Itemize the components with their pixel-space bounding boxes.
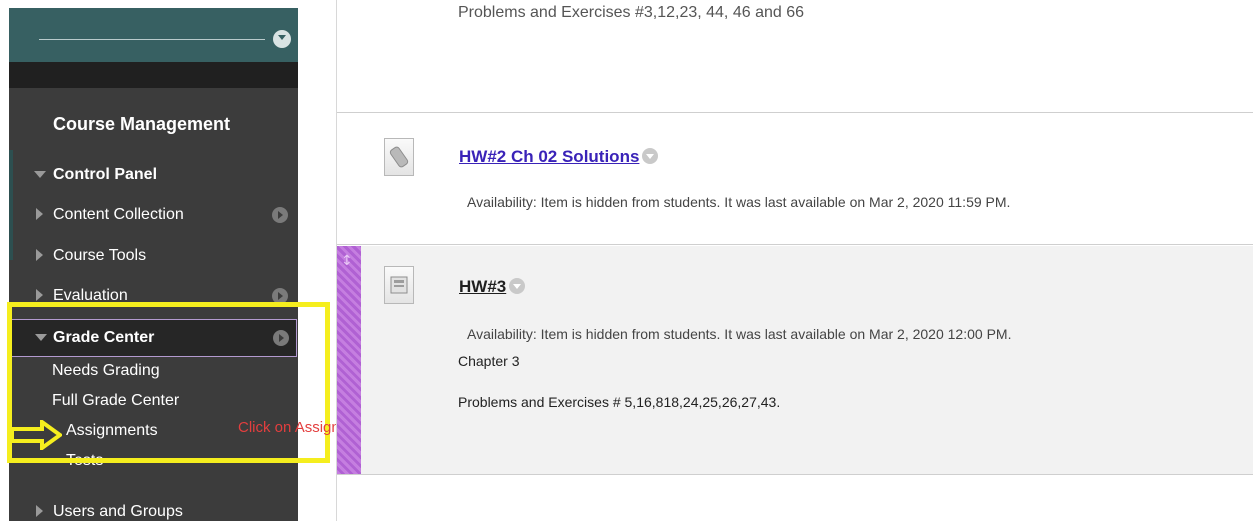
hw3-title-link[interactable]: HW#3 xyxy=(459,277,526,297)
previous-item-text: Problems and Exercises #3,12,23, 44, 46 … xyxy=(458,4,804,21)
item-title-text: HW#2 Ch 02 Solutions xyxy=(459,147,640,166)
hw2-title-link[interactable]: HW#2 Ch 02 Solutions xyxy=(459,147,659,167)
nav-item-content-collection[interactable]: Content Collection xyxy=(9,200,298,230)
hw3-availability: Availability: Item is hidden from studen… xyxy=(467,326,1012,342)
nav-item-course-tools[interactable]: Course Tools xyxy=(9,241,298,271)
nav-item-label: Content Collection xyxy=(53,206,184,223)
nav-item-label: Users and Groups xyxy=(53,503,183,520)
options-menu-icon[interactable] xyxy=(642,148,659,164)
expand-down-icon xyxy=(34,171,46,178)
course-management-heading: Course Management xyxy=(53,114,231,134)
item-separator xyxy=(337,112,1253,113)
drag-arrows-icon[interactable]: ↕ xyxy=(341,253,353,269)
nav-item-label: Control Panel xyxy=(53,166,158,183)
file-attachment-icon xyxy=(384,138,414,176)
header-divider xyxy=(39,39,265,40)
nav-item-label: Course Tools xyxy=(53,247,147,264)
options-menu-icon[interactable] xyxy=(509,278,526,294)
arrow-right-circle-icon[interactable] xyxy=(272,207,288,223)
item-separator xyxy=(337,244,1253,245)
hw3-problems: Problems and Exercises # 5,16,818,24,25,… xyxy=(458,394,781,410)
chevron-down-icon[interactable] xyxy=(273,30,291,48)
drag-handle-bar[interactable] xyxy=(337,246,361,474)
expand-right-icon xyxy=(36,289,43,301)
hw3-chapter: Chapter 3 xyxy=(458,353,520,369)
course-menu-header xyxy=(9,8,298,62)
nav-item-control-panel[interactable]: Control Panel xyxy=(9,160,298,190)
hw2-availability: Availability: Item is hidden from studen… xyxy=(467,194,1011,210)
item-separator xyxy=(337,474,1253,475)
menu-divider-band xyxy=(9,62,298,88)
expand-right-icon xyxy=(36,505,43,517)
assignment-icon xyxy=(384,266,414,304)
nav-item-users-and-groups[interactable]: Users and Groups xyxy=(9,497,298,527)
expand-right-icon xyxy=(36,249,43,261)
yellow-arrow-icon xyxy=(10,420,62,450)
expand-right-icon xyxy=(36,208,43,220)
item-title-text: HW#3 xyxy=(459,277,507,296)
